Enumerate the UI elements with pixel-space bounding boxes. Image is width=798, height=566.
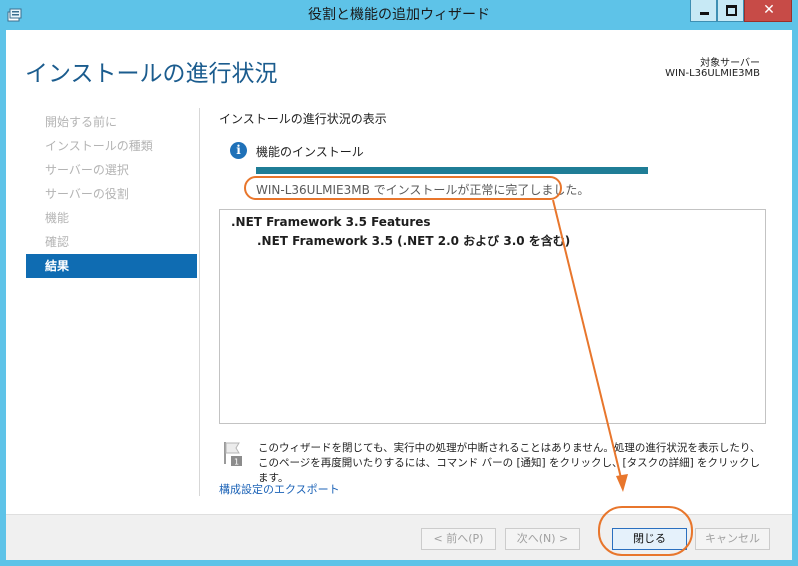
flag-notification-icon: 1 bbox=[224, 442, 242, 467]
wizard-nav: 開始する前に インストールの種類 サーバーの選択 サーバーの役割 機能 確認 結… bbox=[26, 110, 197, 278]
nav-item-results[interactable]: 結果 bbox=[26, 254, 197, 278]
maximize-icon bbox=[726, 5, 737, 16]
export-configuration-link[interactable]: 構成設定のエクスポート bbox=[219, 481, 340, 497]
nav-item-server-roles: サーバーの役割 bbox=[45, 187, 129, 201]
window-close-button[interactable]: ✕ bbox=[744, 0, 792, 22]
svg-text:1: 1 bbox=[234, 458, 239, 467]
result-feature-child: .NET Framework 3.5 (.NET 2.0 および 3.0 を含む… bbox=[257, 234, 571, 248]
page-title: インストールの進行状況 bbox=[25, 61, 278, 87]
nav-item-confirmation: 確認 bbox=[45, 235, 70, 249]
nav-item-features: 機能 bbox=[45, 211, 70, 225]
section-title: インストールの進行状況の表示 bbox=[219, 112, 387, 126]
cancel-button[interactable]: キャンセル bbox=[695, 528, 770, 550]
installation-progress-bar bbox=[256, 167, 648, 174]
minimize-icon bbox=[700, 12, 709, 15]
info-icon: i bbox=[230, 142, 247, 159]
nav-item-installation-type: インストールの種類 bbox=[45, 139, 153, 153]
next-button[interactable]: 次へ(N) > bbox=[505, 528, 580, 550]
close-button-annotation-ellipse bbox=[598, 506, 693, 556]
nav-item-before-you-begin: 開始する前に bbox=[45, 115, 118, 129]
feature-installation-label: 機能のインストール bbox=[256, 145, 364, 159]
nav-item-server-selection: サーバーの選択 bbox=[45, 163, 129, 177]
nav-divider bbox=[199, 108, 200, 496]
destination-server-name: WIN-L36ULMIE3MB bbox=[665, 68, 760, 79]
progress-fill bbox=[256, 167, 648, 174]
window-title: 役割と機能の追加ウィザード bbox=[308, 7, 490, 23]
title-bar[interactable]: 役割と機能の追加ウィザード ✕ bbox=[0, 0, 798, 30]
wizard-client-area: インストールの進行状況 対象サーバー WIN-L36ULMIE3MB 開始する前… bbox=[6, 30, 792, 560]
previous-button[interactable]: < 前へ(P) bbox=[421, 528, 496, 550]
destination-server-label: 対象サーバー bbox=[700, 58, 760, 69]
status-annotation-ellipse bbox=[244, 176, 562, 200]
minimize-button[interactable] bbox=[690, 0, 717, 22]
close-icon: ✕ bbox=[763, 2, 775, 18]
result-feature-parent: .NET Framework 3.5 Features bbox=[231, 215, 431, 229]
maximize-button[interactable] bbox=[717, 0, 744, 22]
wizard-close-note: このウィザードを閉じても、実行中の処理が中断されることはありません。処理の進行状… bbox=[258, 442, 761, 484]
results-list[interactable]: .NET Framework 3.5 Features .NET Framewo… bbox=[219, 209, 766, 424]
